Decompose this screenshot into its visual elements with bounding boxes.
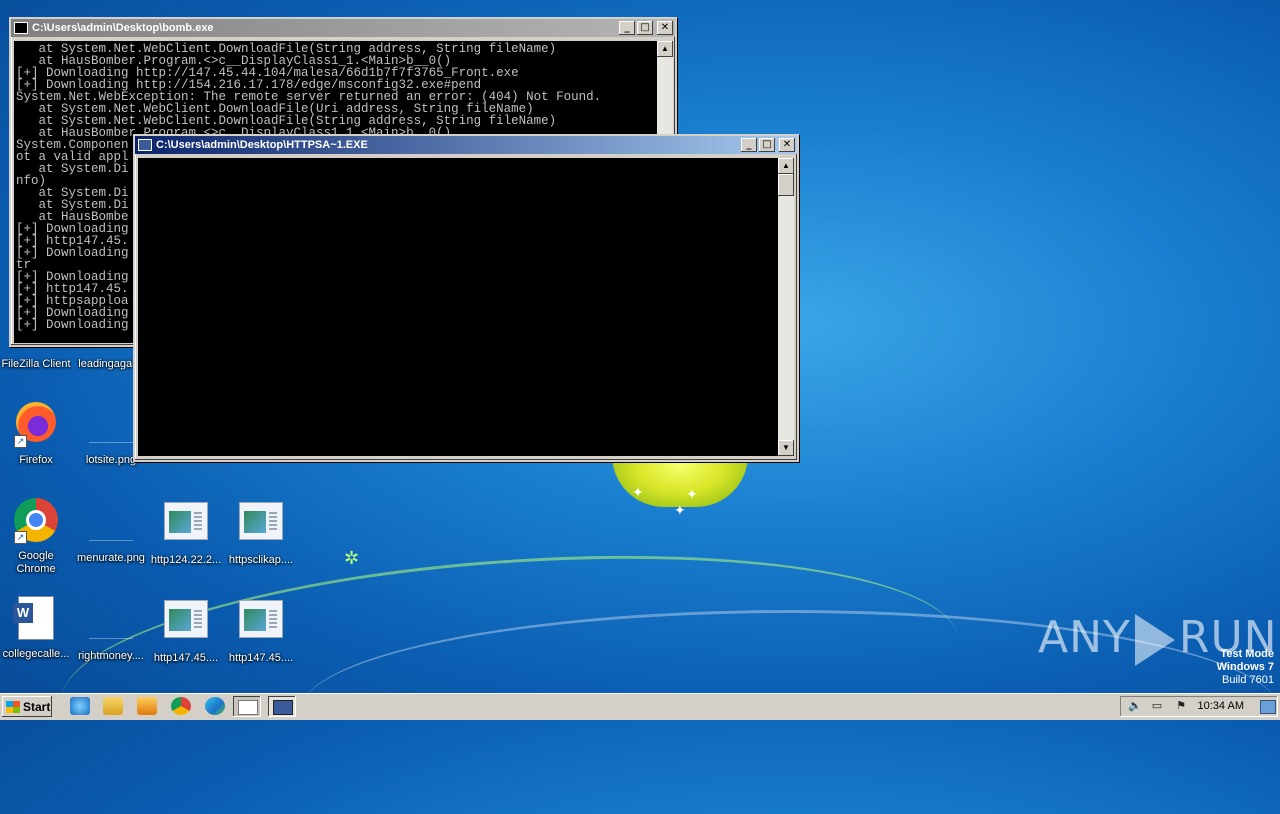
window-titlebar[interactable]: C:\Users\admin\Desktop\bomb.exe _ □ ✕ [11,19,675,37]
explorer-icon[interactable] [103,697,123,715]
desktop-icon-label: FileZilla Client [1,358,71,370]
scroll-down-button[interactable]: ▼ [778,440,794,456]
png-file-icon [87,500,135,548]
desktop-icon-label: Firefox [19,454,53,466]
chrome-icon: ↗ [12,498,60,546]
ie-icon[interactable] [70,697,90,715]
desktop-icon-label: Google Chrome [16,550,56,575]
vertical-scrollbar[interactable]: ▲ ▼ [778,158,794,456]
console-icon [238,700,258,715]
test-mode-notice: Test Mode Windows 7 Build 7601 [1217,648,1274,687]
edge-icon[interactable] [205,697,225,715]
scroll-up-button[interactable]: ▲ [657,41,673,57]
console-icon [138,139,152,151]
windows-logo-icon [6,700,20,713]
desktop-icon-httpsclikap[interactable]: httpsclikap.... [225,496,297,567]
taskbar: Start 🔈 ▭ ⚑ 10:34 AM [0,693,1280,720]
start-button[interactable]: Start [2,696,52,717]
desktop-icon-menurate[interactable]: menurate.png [75,496,147,565]
volume-icon[interactable]: 🔈 [1128,699,1142,713]
desktop-icon-chrome[interactable]: ↗ Google Chrome [0,496,72,576]
exe-file-icon [162,600,210,648]
system-tray: 🔈 ▭ ⚑ 10:34 AM [1120,696,1278,717]
desktop-icon-label: collegecalle... [2,648,70,660]
minimize-button[interactable]: _ [741,138,757,152]
desktop-icon-label: http124.22.2... [150,554,222,566]
os-label: Windows 7 [1216,661,1274,673]
window-title: C:\Users\admin\Desktop\bomb.exe [32,22,214,34]
test-mode-label: Test Mode [1220,648,1274,660]
sparkle-icon: ✦ [632,484,644,500]
close-button[interactable]: ✕ [657,21,673,35]
action-center-flag-icon[interactable]: ⚑ [1174,699,1188,713]
media-player-icon[interactable] [137,697,157,715]
maximize-button[interactable]: □ [759,138,775,152]
exe-file-icon [237,600,285,648]
scroll-up-button[interactable]: ▲ [778,158,794,174]
close-button[interactable]: ✕ [779,138,795,152]
desktop-icon-rightmoney[interactable]: rightmoney.... [75,594,147,663]
taskbar-item-bomb[interactable] [233,696,261,717]
scroll-thumb[interactable] [778,174,794,196]
build-label: Build 7601 [1222,674,1274,686]
desktop-icon-http147-b[interactable]: http147.45.... [225,594,297,665]
sparkle-icon: ✦ [686,486,698,502]
desktop-icon-label: http147.45.... [228,652,294,664]
desktop-icon-collegecalle[interactable]: collegecalle... [0,594,72,661]
desktop-icon-http147-a[interactable]: http147.45.... [150,594,222,665]
play-icon [1134,614,1175,666]
exe-file-icon [162,502,210,550]
word-doc-icon [12,596,60,644]
show-desktop-icon[interactable] [1260,700,1276,714]
desktop-icon-label: http147.45.... [153,652,219,664]
sparkle-icon: ✦ [674,502,686,518]
start-label: Start [23,699,51,714]
watermark-text: ANY [1038,612,1131,663]
png-file-icon [87,402,135,450]
console-output [138,158,778,456]
console-icon [273,700,293,715]
clock[interactable]: 10:34 AM [1198,700,1244,712]
desktop-icon-label: rightmoney.... [78,650,144,662]
firefox-icon: ↗ [12,402,60,450]
taskbar-item-httpsa[interactable] [268,696,296,717]
png-file-icon [87,598,135,646]
window-titlebar[interactable]: C:\Users\admin\Desktop\HTTPSA~1.EXE _ □ … [135,136,797,154]
desktop-icon-label: httpsclikap.... [228,554,294,566]
minimize-button[interactable]: _ [619,21,635,35]
sparkle-icon: ✲ [344,548,360,568]
desktop-icon-firefox[interactable]: ↗ Firefox [0,398,72,467]
console-window-httpsa[interactable]: C:\Users\admin\Desktop\HTTPSA~1.EXE _ □ … [133,134,799,462]
exe-file-icon [237,502,285,550]
console-icon [14,22,28,34]
desktop-icon-http124[interactable]: http124.22.2... [150,496,222,567]
maximize-button[interactable]: □ [637,21,653,35]
chrome-icon[interactable] [171,697,191,715]
network-icon[interactable]: ▭ [1150,699,1164,713]
window-title: C:\Users\admin\Desktop\HTTPSA~1.EXE [156,139,368,151]
desktop-icon-label: menurate.png [77,552,145,564]
